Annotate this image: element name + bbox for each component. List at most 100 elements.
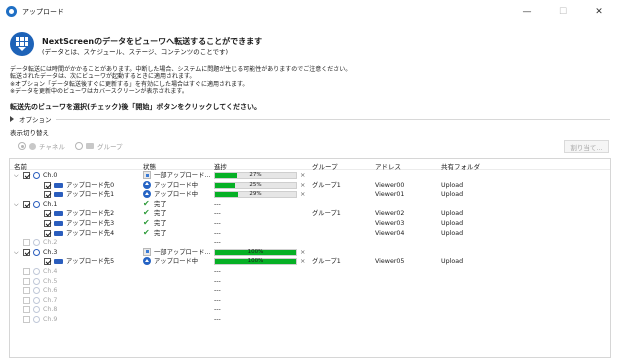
progress-label: 100% (247, 248, 264, 255)
row-address: Viewer03 (375, 220, 405, 227)
radio-channel-label: チャネル (39, 143, 65, 151)
row-shared-folder: Upload (441, 220, 464, 227)
clear-progress-icon[interactable]: × (300, 248, 305, 256)
app-icon (6, 6, 17, 17)
row-status: アップロード中 (154, 258, 199, 266)
channel-row[interactable]: Ch.6 --- (10, 286, 610, 295)
row-checkbox[interactable] (23, 200, 30, 208)
row-checkbox[interactable] (44, 181, 51, 189)
row-status: 一部アップロード... (154, 172, 211, 179)
hero-subtitle: (データとは、スケジュール、ステージ、コンテンツのことです) (42, 48, 229, 56)
radio-button-icon (18, 142, 26, 150)
row-checkbox[interactable] (44, 191, 51, 199)
channel-row[interactable]: Ch.2 --- (10, 238, 610, 247)
viewer-icon (54, 182, 63, 188)
chevron-down-icon[interactable]: ⌵ (14, 201, 19, 209)
row-progress-text: --- (214, 287, 221, 295)
row-shared-folder: Upload (441, 229, 464, 237)
viewer-icon (54, 221, 63, 226)
row-checkbox[interactable] (23, 296, 30, 304)
col-shared-folder[interactable]: 共有フォルダ (441, 161, 480, 171)
channel-icon (33, 277, 40, 285)
uploading-icon (143, 190, 151, 199)
divider (55, 118, 610, 120)
expand-arrow-icon (10, 116, 14, 122)
viewer-row[interactable]: アップロード先3 ✔ 完了 --- Viewer03 Upload (10, 219, 610, 228)
clear-progress-icon[interactable]: × (300, 190, 305, 198)
column-header: 名前 状態 進捗 グループ アドレス 共有フォルダ (10, 159, 610, 171)
row-checkbox[interactable] (44, 229, 51, 237)
row-progress-text: --- (214, 229, 221, 237)
col-name[interactable]: 名前 (14, 161, 27, 171)
viewer-icon (54, 192, 63, 198)
row-checkbox[interactable] (23, 172, 30, 179)
channel-row[interactable]: ⌵ Ch.3 一部アップロード... 100% × (10, 247, 610, 257)
row-shared-folder: Upload (441, 181, 464, 189)
radio-group[interactable]: グループ (74, 141, 123, 151)
col-progress[interactable]: 進捗 (214, 161, 227, 171)
row-checkbox[interactable] (23, 306, 30, 314)
row-name: Ch.7 (43, 296, 58, 304)
row-name: Ch.0 (43, 172, 58, 179)
row-status: 完了 (154, 210, 167, 218)
channel-row[interactable]: Ch.7 --- (10, 296, 610, 305)
viewer-row[interactable]: アップロード先1 アップロード中 29% × Viewer01 Upload (10, 190, 610, 199)
radio-channel[interactable]: チャネル (18, 141, 65, 151)
row-checkbox[interactable] (44, 210, 51, 218)
progress-label: 29% (249, 191, 262, 198)
clear-progress-icon[interactable]: × (300, 171, 305, 179)
row-name: Ch.2 (43, 239, 58, 247)
viewer-row[interactable]: アップロード先4 ✔ 完了 --- Viewer04 Upload (10, 228, 610, 238)
row-name: Ch.6 (43, 287, 58, 295)
viewer-icon (54, 259, 63, 265)
channel-row[interactable]: Ch.9 --- (10, 315, 610, 324)
row-name: Ch.4 (43, 268, 58, 275)
row-checkbox[interactable] (23, 248, 30, 256)
options-label: オプション (19, 116, 52, 124)
radio-button-icon (74, 142, 83, 150)
viewer-row[interactable]: アップロード先0 アップロード中 25% × グループ1 Viewer00 Upload (10, 180, 610, 190)
row-checkbox[interactable] (44, 258, 51, 266)
col-address[interactable]: アドレス (375, 161, 401, 171)
viewer-row[interactable]: アップロード先2 ✔ 完了 --- グループ1 Viewer02 Upload (10, 209, 610, 218)
row-status: 完了 (154, 220, 167, 227)
viewer-row[interactable]: アップロード先5 アップロード中 100% × グループ1 Viewer05 Upload (10, 257, 610, 266)
maximize-button[interactable]: ☐ (548, 3, 578, 21)
row-checkbox[interactable] (23, 239, 30, 247)
minimize-button[interactable]: — (512, 3, 542, 21)
transfer-tree-grid[interactable]: 名前 状態 進捗 グループ アドレス 共有フォルダ ⌵ Ch.0 一部アップロード.… (9, 158, 611, 358)
row-progress-text: --- (214, 239, 221, 247)
channel-row[interactable]: Ch.5 --- (10, 277, 610, 286)
row-status: アップロード中 (154, 191, 199, 199)
row-status: アップロード中 (154, 181, 199, 189)
channel-icon (33, 296, 40, 304)
assign-button[interactable]: 割り当て... (564, 140, 609, 153)
clear-progress-icon[interactable]: × (300, 181, 305, 189)
col-group[interactable]: グループ (312, 161, 338, 171)
chevron-down-icon[interactable]: ⌵ (14, 249, 19, 257)
progress-label: 25% (249, 181, 262, 188)
close-button[interactable]: ✕ (584, 3, 614, 21)
row-group: グループ1 (312, 181, 341, 189)
row-name: アップロード先5 (66, 258, 115, 266)
row-name: Ch.5 (43, 277, 58, 285)
clear-progress-icon[interactable]: × (300, 257, 305, 265)
channel-row[interactable]: ⌵ Ch.1 ✔ 完了 --- (10, 199, 610, 209)
row-checkbox[interactable] (23, 277, 30, 285)
channel-icon (33, 172, 40, 179)
row-checkbox[interactable] (44, 220, 51, 227)
viewer-icon (54, 211, 63, 217)
options-expander[interactable]: オプション (10, 114, 610, 124)
col-status[interactable]: 状態 (143, 161, 156, 171)
channel-row[interactable]: ⌵ Ch.0 一部アップロード... 27% × (10, 171, 610, 180)
row-checkbox[interactable] (23, 268, 30, 275)
row-checkbox[interactable] (23, 316, 30, 323)
channel-row[interactable]: Ch.8 --- (10, 305, 610, 314)
row-progress-text: --- (214, 296, 221, 304)
chevron-down-icon[interactable]: ⌵ (14, 172, 19, 180)
channel-icon (33, 239, 40, 247)
row-address: Viewer04 (375, 229, 405, 237)
channel-row[interactable]: Ch.4 --- (10, 267, 610, 276)
row-status: 完了 (154, 200, 167, 208)
row-checkbox[interactable] (23, 287, 30, 295)
